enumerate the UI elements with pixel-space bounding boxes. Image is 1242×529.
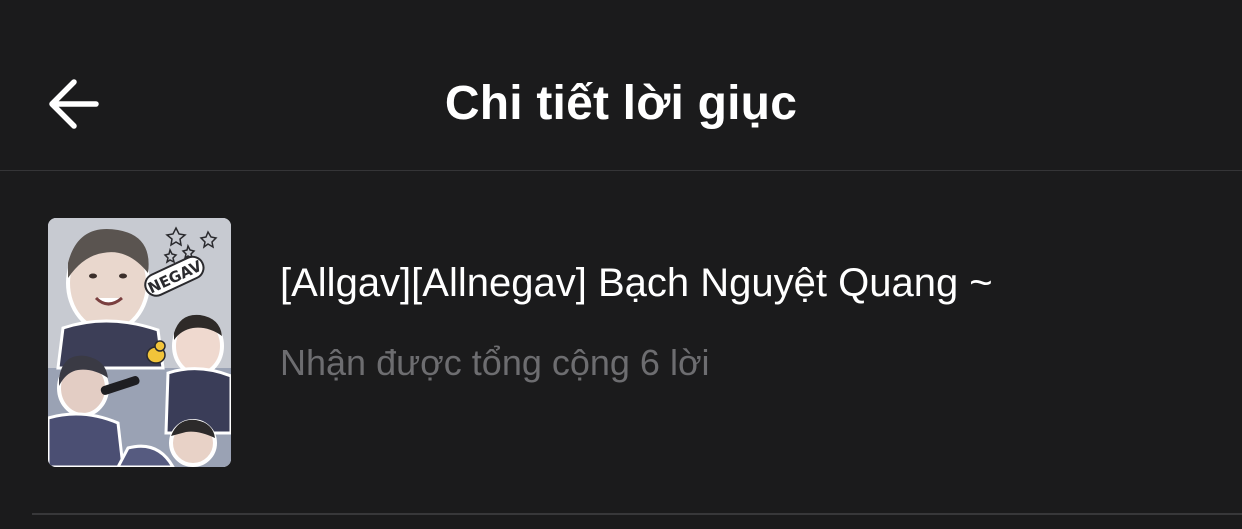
top-bar: Chi tiết lời giục [0,0,1242,170]
story-cover-image: NEGAV [48,218,231,467]
page-title: Chi tiết lời giục [444,77,798,130]
reminder-detail-screen: Chi tiết lời giục NEGAV [Allgav][Allnega… [0,0,1242,529]
story-list-item[interactable]: NEGAV [Allgav][Allnegav] Bạch Nguyệt Qua… [0,171,1242,513]
story-title: [Allgav][Allnegav] Bạch Nguyệt Quang ~ [280,261,993,305]
reminder-count-text: Nhận được tổng cộng 6 lời [280,342,710,383]
list-divider [32,513,1242,515]
